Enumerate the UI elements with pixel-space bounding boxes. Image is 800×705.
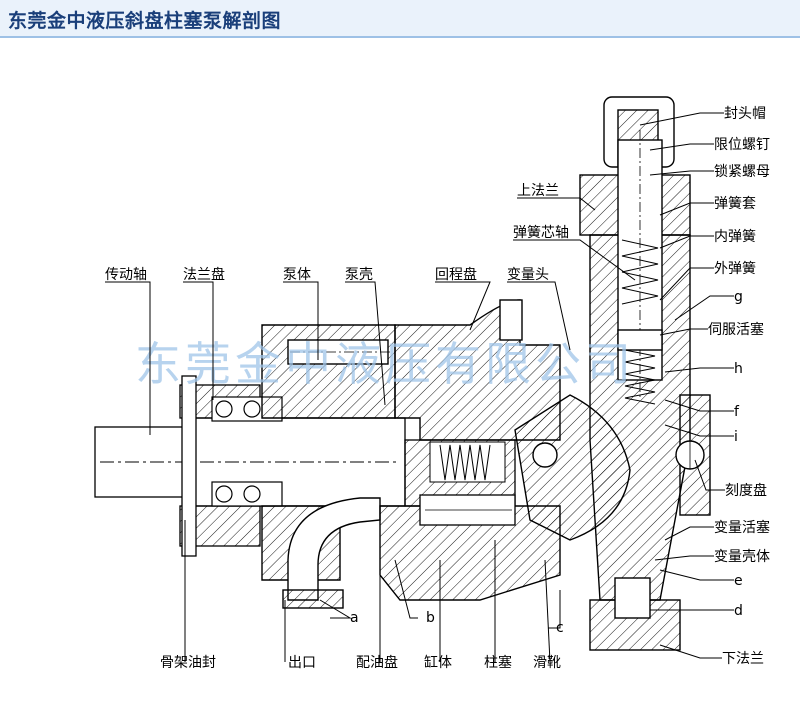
label-pump-shell: 泵壳	[345, 266, 373, 283]
label-i: i	[734, 429, 738, 445]
label-variable-housing: 变量壳体	[714, 548, 770, 565]
label-cylinder: 缸体	[424, 654, 452, 671]
page-title: 东莞金中液压斜盘柱塞泵解剖图	[8, 10, 282, 32]
label-upper-flange: 上法兰	[517, 183, 559, 199]
label-outlet: 出口	[288, 655, 316, 671]
label-lower-flange: 下法兰	[722, 651, 764, 667]
page: 东莞金中液压斜盘柱塞泵解剖图 东莞金中液压有限公司 传动轴 法兰盘 泵体 泵壳 …	[0, 0, 800, 705]
label-variable-piston: 变量活塞	[714, 519, 770, 536]
label-a: a	[350, 610, 359, 626]
label-g: g	[734, 289, 743, 305]
label-c: c	[556, 620, 564, 636]
center-spring	[429, 441, 506, 483]
label-seal-cap: 封头帽	[724, 106, 766, 122]
label-drive-shaft: 传动轴	[105, 267, 147, 283]
pump-cutaway-diagram: 东莞金中液压有限公司 传动轴 法兰盘 泵体 泵壳 回程盘 变量头 上法兰 弹簧芯…	[94, 96, 770, 671]
label-variable-head: 变量头	[507, 267, 549, 283]
label-spring-sleeve: 弹簧套	[714, 196, 756, 212]
label-pump-body: 泵体	[283, 267, 311, 283]
label-b: b	[426, 610, 435, 626]
label-limit-screw: 限位螺钉	[714, 137, 770, 153]
label-dial: 刻度盘	[725, 482, 767, 499]
watermark: 东莞金中液压有限公司	[135, 337, 635, 391]
label-h: h	[734, 361, 743, 377]
label-flange-plate: 法兰盘	[183, 266, 225, 283]
label-servo-piston: 伺服活塞	[708, 321, 764, 338]
label-valve-plate: 配油盘	[356, 654, 398, 671]
label-d: d	[734, 603, 743, 619]
label-return-plate: 回程盘	[435, 266, 477, 283]
label-lock-nut: 锁紧螺母	[714, 164, 770, 180]
label-e: e	[734, 573, 743, 589]
label-skeleton-seal: 骨架油封	[160, 655, 216, 671]
label-slipper: 滑靴	[533, 654, 561, 671]
label-f: f	[734, 404, 740, 420]
label-spring-core-shaft: 弹簧芯轴	[513, 225, 569, 241]
label-plunger: 柱塞	[484, 654, 512, 671]
label-outer-spring: 外弹簧	[714, 261, 756, 277]
label-inner-spring: 内弹簧	[714, 229, 756, 245]
title-bar: 东莞金中液压斜盘柱塞泵解剖图	[0, 0, 800, 38]
